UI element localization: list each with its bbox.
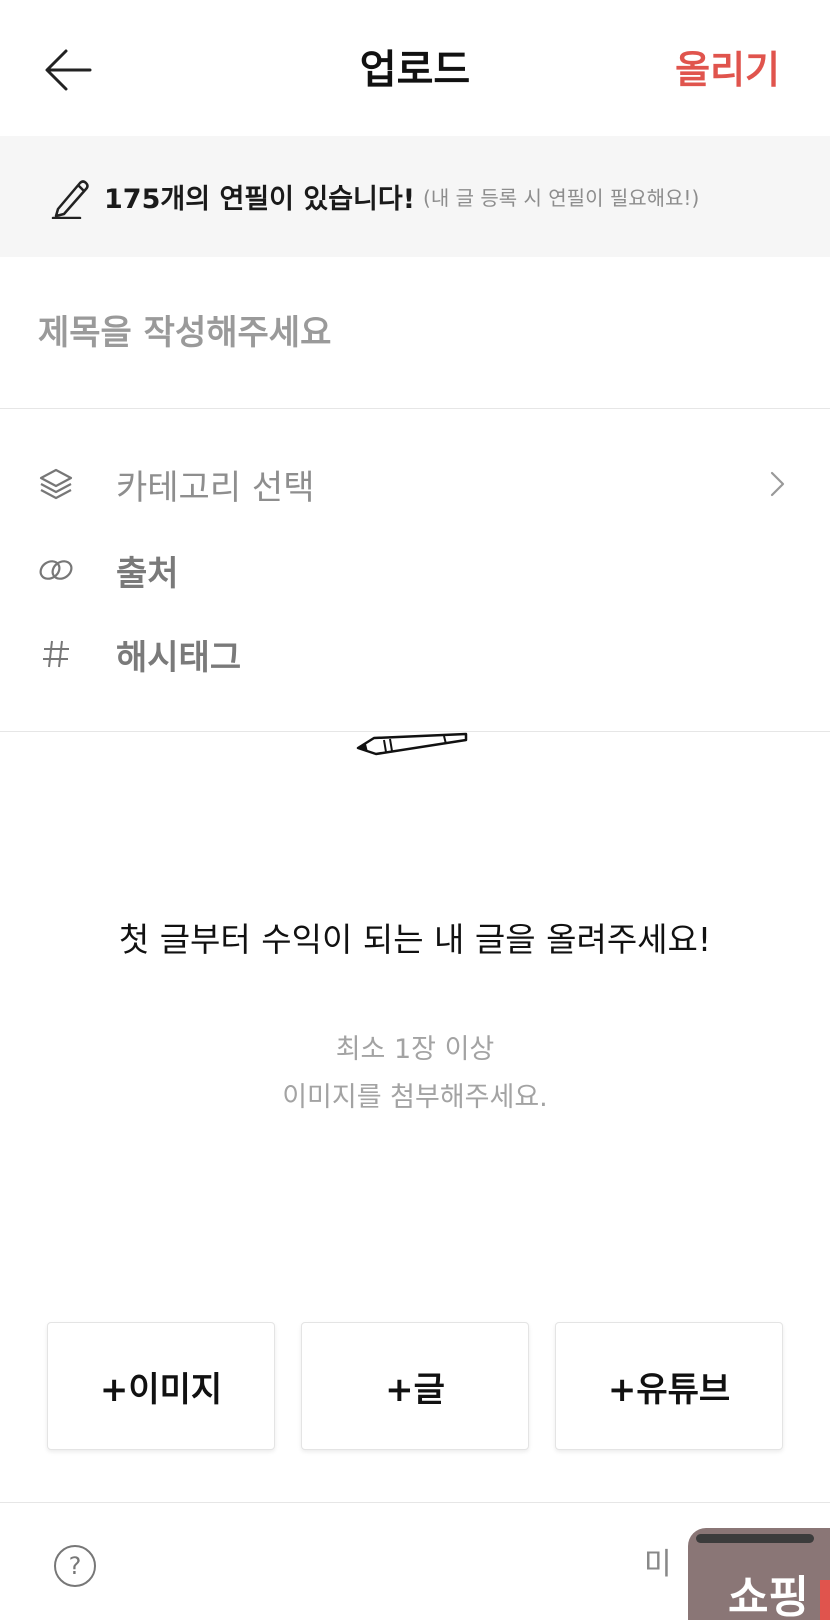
empty-state-headline: 첫 글부터 수익이 되는 내 글을 올려주세요! [118, 920, 712, 959]
pencil-requirement-note: (내 글 등록 시 연필이 필요해요!) [423, 186, 700, 210]
hash-icon [36, 634, 76, 674]
upload-screen: 업로드 올리기 175개의 연필이 있습니다! (내 글 등록 시 연필이 필요… [0, 0, 830, 1620]
source-label: 출처 [116, 553, 179, 594]
empty-state-subtext: 최소 1장 이상 이미지를 첨부해주세요. [0, 1026, 830, 1122]
post-options: 카테고리 선택 출처 해시태그 [0, 410, 830, 732]
category-select-row[interactable]: 카테고리 선택 [0, 442, 830, 526]
add-youtube-button[interactable]: +유튜브 [555, 1322, 783, 1450]
header-bar: 업로드 올리기 [0, 0, 830, 136]
source-row[interactable]: 출처 [0, 528, 830, 612]
shopping-widget-label: 쇼핑 [728, 1572, 809, 1620]
chevron-right-icon [770, 471, 785, 497]
submit-button[interactable]: 올리기 [675, 44, 780, 96]
empty-state-subtext-line1: 최소 1장 이상 [335, 1034, 495, 1065]
bottom-right-label[interactable]: 미 [644, 1539, 672, 1583]
hashtag-row[interactable]: 해시태그 [0, 612, 830, 696]
link-icon [36, 550, 76, 590]
pencil-icon [51, 179, 89, 219]
title-input[interactable] [0, 257, 830, 409]
empty-state-subtext-line2: 이미지를 첨부해주세요. [282, 1082, 548, 1113]
pencil-count-text: 175개의 연필이 있습니다! [104, 184, 416, 215]
widget-accent-strip [820, 1580, 830, 1620]
add-image-button[interactable]: +이미지 [47, 1322, 275, 1450]
pencil-count-banner: 175개의 연필이 있습니다! (내 글 등록 시 연필이 필요해요!) [0, 136, 830, 257]
layers-icon [36, 464, 76, 504]
pencil-illustration-icon [356, 732, 468, 756]
add-text-button[interactable]: +글 [301, 1322, 529, 1450]
category-label: 카테고리 선택 [116, 467, 315, 508]
shopping-floating-widget[interactable]: 쇼핑 [688, 1528, 830, 1620]
drag-handle[interactable] [696, 1534, 814, 1543]
help-button[interactable]: ? [54, 1545, 96, 1587]
hashtag-label: 해시태그 [116, 637, 242, 678]
